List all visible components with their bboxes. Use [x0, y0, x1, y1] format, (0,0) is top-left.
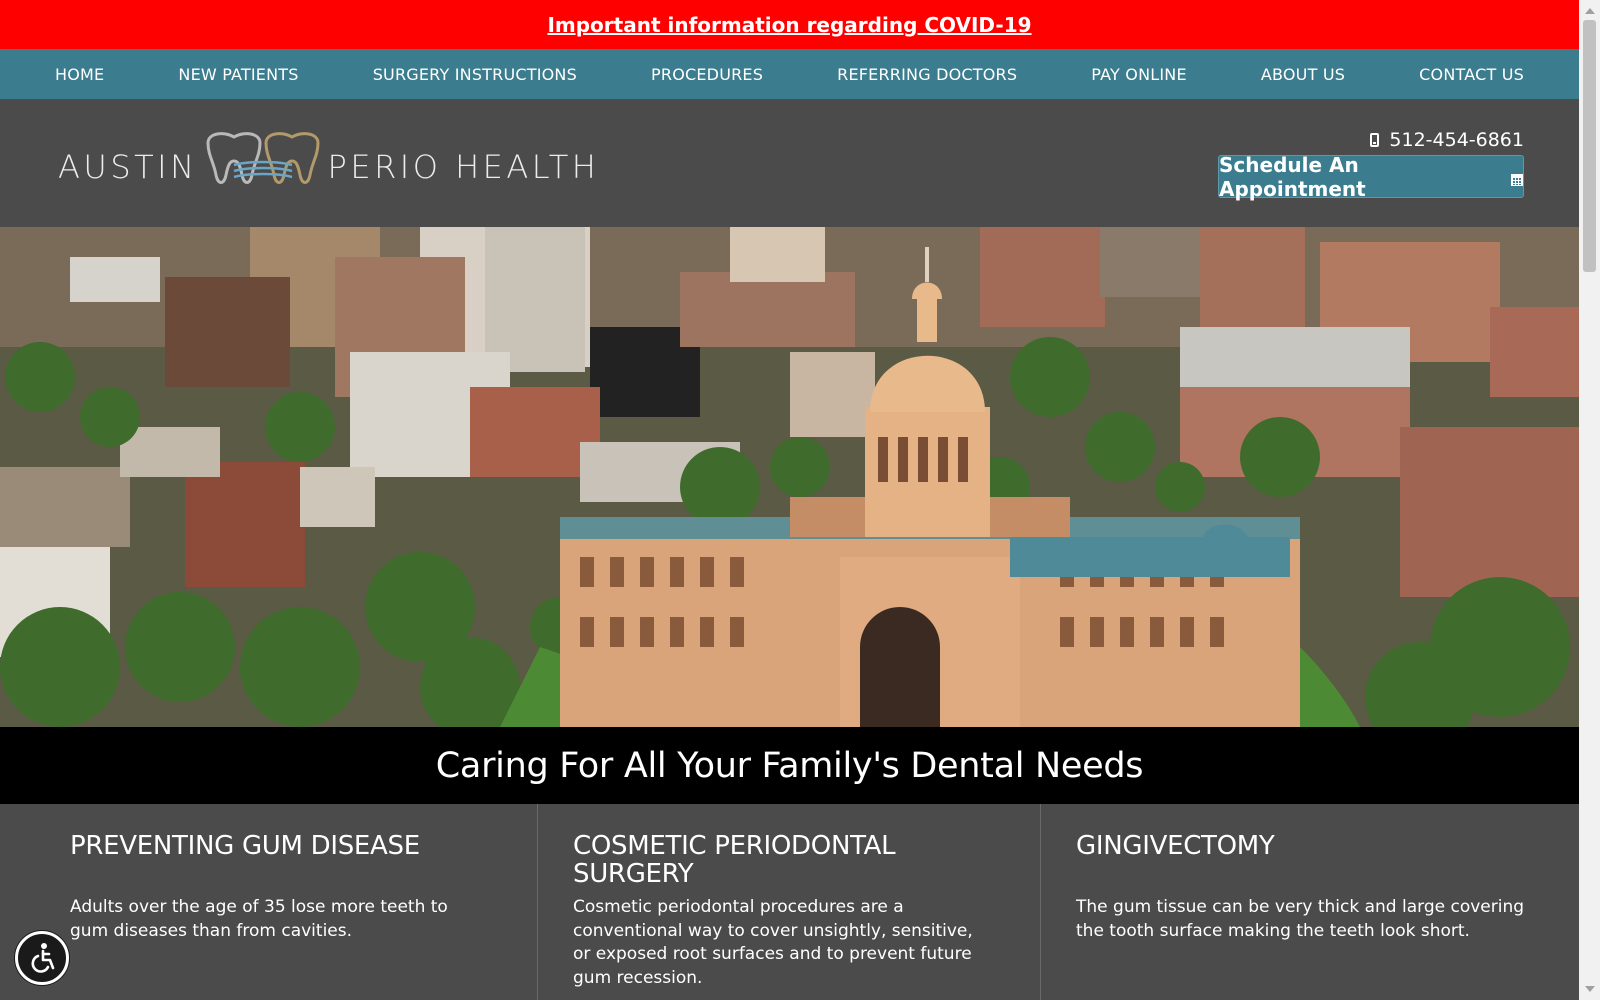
calendar-icon: [1511, 173, 1523, 186]
nav-item-contact-us[interactable]: CONTACT US: [1419, 65, 1524, 84]
service-card-gingivectomy[interactable]: GINGIVECTOMY The gum tissue can be very …: [1040, 804, 1579, 1000]
tagline-heading: Caring For All Your Family's Dental Need…: [435, 745, 1144, 786]
nav-item-home[interactable]: HOME: [55, 65, 104, 84]
logo-text-right: PERIO HEALTH: [327, 148, 600, 186]
tagline-bar: Caring For All Your Family's Dental Need…: [0, 727, 1579, 804]
nav-item-new-patients[interactable]: NEW PATIENTS: [178, 65, 298, 84]
hero-illustration: [0, 227, 1579, 727]
main-nav: HOME NEW PATIENTS SURGERY INSTRUCTIONS P…: [0, 49, 1579, 99]
service-text: Cosmetic periodontal procedures are a co…: [573, 897, 973, 988]
logo-text-left: AUSTIN: [58, 148, 198, 186]
hero-image-austin-capitol: [0, 227, 1579, 727]
nav-item-pay-online[interactable]: PAY ONLINE: [1091, 65, 1186, 84]
phone-icon: [1370, 133, 1380, 147]
scroll-down-icon[interactable]: [1585, 986, 1595, 992]
phone-number-text: 512-454-6861: [1389, 129, 1524, 151]
service-text: The gum tissue can be very thick and lar…: [1076, 897, 1525, 941]
phone-number[interactable]: 512-454-6861: [1370, 129, 1524, 151]
service-title[interactable]: PREVENTING GUM DISEASE: [70, 832, 477, 896]
service-card-gum-disease[interactable]: PREVENTING GUM DISEASE Adults over the a…: [0, 804, 537, 1000]
covid-alert-bar: Important information regarding COVID-19: [0, 0, 1579, 49]
site-header: AUSTIN PERIO HEALTH 512-454-6861 Schedul…: [0, 99, 1579, 227]
services-row: PREVENTING GUM DISEASE Adults over the a…: [0, 804, 1579, 1000]
service-card-cosmetic-surgery[interactable]: COSMETIC PERIODONTAL SURGERY Cosmetic pe…: [537, 804, 1040, 1000]
teeth-logo-icon: [206, 132, 320, 184]
service-text: Adults over the age of 35 lose more teet…: [70, 897, 448, 941]
logo[interactable]: AUSTIN PERIO HEALTH: [58, 129, 599, 189]
scrollbar-thumb[interactable]: [1583, 20, 1596, 272]
nav-item-surgery-instructions[interactable]: SURGERY INSTRUCTIONS: [373, 65, 577, 84]
accessibility-button[interactable]: [15, 931, 69, 985]
vertical-scrollbar[interactable]: [1579, 0, 1600, 1000]
nav-item-about-us[interactable]: ABOUT US: [1261, 65, 1345, 84]
schedule-appointment-label: Schedule An Appointment: [1219, 152, 1366, 201]
accessibility-icon: [31, 943, 55, 973]
schedule-appointment-button[interactable]: Schedule An Appointment: [1218, 152, 1524, 201]
service-title[interactable]: GINGIVECTOMY: [1076, 832, 1529, 896]
nav-item-referring-doctors[interactable]: REFERRING DOCTORS: [837, 65, 1017, 84]
scroll-up-icon[interactable]: [1585, 8, 1595, 14]
page: Important information regarding COVID-19…: [0, 0, 1579, 1000]
nav-item-procedures[interactable]: PROCEDURES: [651, 65, 763, 84]
service-title[interactable]: COSMETIC PERIODONTAL SURGERY: [573, 832, 990, 896]
covid-info-link[interactable]: Important information regarding COVID-19: [547, 13, 1031, 37]
